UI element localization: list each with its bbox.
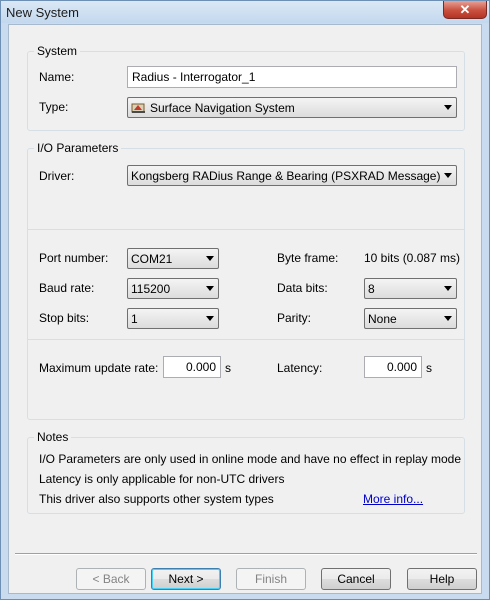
stop-bits-label: Stop bits: bbox=[39, 311, 90, 325]
title-bar[interactable]: New System ✕ bbox=[1, 1, 489, 23]
baud-rate-select[interactable]: 115200 bbox=[127, 278, 219, 299]
stop-bits-select[interactable]: 1 bbox=[127, 308, 219, 329]
type-label: Type: bbox=[39, 100, 69, 114]
port-number-value: COM21 bbox=[131, 252, 173, 266]
name-input[interactable]: Radius - Interrogator_1 bbox=[127, 66, 457, 88]
chevron-down-icon bbox=[444, 105, 452, 110]
chevron-down-icon bbox=[206, 316, 214, 321]
name-input-value: Radius - Interrogator_1 bbox=[132, 70, 256, 84]
port-number-select[interactable]: COM21 bbox=[127, 248, 219, 269]
back-button[interactable]: < Back bbox=[76, 568, 146, 590]
byte-frame-label: Byte frame: bbox=[277, 251, 339, 265]
separator bbox=[28, 339, 464, 340]
cancel-button[interactable]: Cancel bbox=[321, 568, 391, 590]
close-icon: ✕ bbox=[459, 2, 471, 17]
data-bits-label: Data bits: bbox=[277, 281, 328, 295]
type-select[interactable]: Surface Navigation System bbox=[127, 97, 457, 118]
driver-select-value: Kongsberg RADius Range & Bearing (PSXRAD… bbox=[131, 169, 441, 183]
byte-frame-value: 10 bits (0.087 ms) bbox=[364, 251, 461, 265]
port-number-label: Port number: bbox=[39, 251, 109, 265]
io-legend: I/O Parameters bbox=[34, 141, 122, 155]
more-info-link[interactable]: More info... bbox=[363, 492, 423, 506]
note-line-other-types: This driver also supports other system t… bbox=[39, 492, 274, 506]
latency-value: 0.000 bbox=[386, 360, 417, 374]
parity-label: Parity: bbox=[277, 311, 312, 325]
latency-label: Latency: bbox=[277, 361, 323, 375]
max-update-rate-label: Maximum update rate: bbox=[39, 361, 159, 375]
chevron-down-icon bbox=[206, 256, 214, 261]
baud-rate-label: Baud rate: bbox=[39, 281, 95, 295]
note-line-online-mode: I/O Parameters are only used in online m… bbox=[39, 452, 462, 466]
finish-button[interactable]: Finish bbox=[236, 568, 306, 590]
chevron-down-icon bbox=[206, 286, 214, 291]
latency-unit: s bbox=[426, 361, 432, 375]
window-title: New System bbox=[6, 5, 79, 20]
max-update-rate-value: 0.000 bbox=[185, 360, 216, 374]
driver-label: Driver: bbox=[39, 169, 75, 183]
data-bits-select[interactable]: 8 bbox=[364, 278, 457, 299]
help-button[interactable]: Help bbox=[407, 568, 477, 590]
system-legend: System bbox=[34, 44, 81, 58]
button-separator-highlight bbox=[15, 554, 477, 555]
close-button[interactable]: ✕ bbox=[443, 1, 487, 19]
latency-input[interactable]: 0.000 bbox=[364, 356, 422, 378]
max-update-rate-input[interactable]: 0.000 bbox=[163, 356, 221, 378]
driver-select[interactable]: Kongsberg RADius Range & Bearing (PSXRAD… bbox=[127, 165, 457, 186]
chevron-down-icon bbox=[444, 316, 452, 321]
io-parameters-group: I/O Parameters Driver: Kongsberg RADius … bbox=[27, 141, 465, 420]
system-group: System Name: Radius - Interrogator_1 Typ… bbox=[27, 44, 465, 131]
stop-bits-value: 1 bbox=[131, 312, 138, 326]
chevron-down-icon bbox=[444, 286, 452, 291]
note-line-latency: Latency is only applicable for non-UTC d… bbox=[39, 472, 285, 486]
surface-navigation-icon bbox=[131, 103, 145, 113]
notes-legend: Notes bbox=[34, 430, 72, 444]
name-label: Name: bbox=[39, 70, 75, 84]
next-button[interactable]: Next > bbox=[151, 568, 221, 590]
baud-rate-value: 115200 bbox=[131, 282, 171, 296]
parity-value: None bbox=[368, 312, 397, 326]
new-system-dialog: New System ✕ System Name: Radius - Inter… bbox=[0, 0, 490, 600]
chevron-down-icon bbox=[444, 173, 452, 178]
notes-group: Notes I/O Parameters are only used in on… bbox=[27, 430, 465, 514]
separator bbox=[28, 229, 464, 230]
type-select-value: Surface Navigation System bbox=[150, 101, 295, 115]
dialog-body: System Name: Radius - Interrogator_1 Typ… bbox=[8, 24, 482, 594]
data-bits-value: 8 bbox=[368, 282, 375, 296]
parity-select[interactable]: None bbox=[364, 308, 457, 329]
max-update-rate-unit: s bbox=[225, 361, 231, 375]
